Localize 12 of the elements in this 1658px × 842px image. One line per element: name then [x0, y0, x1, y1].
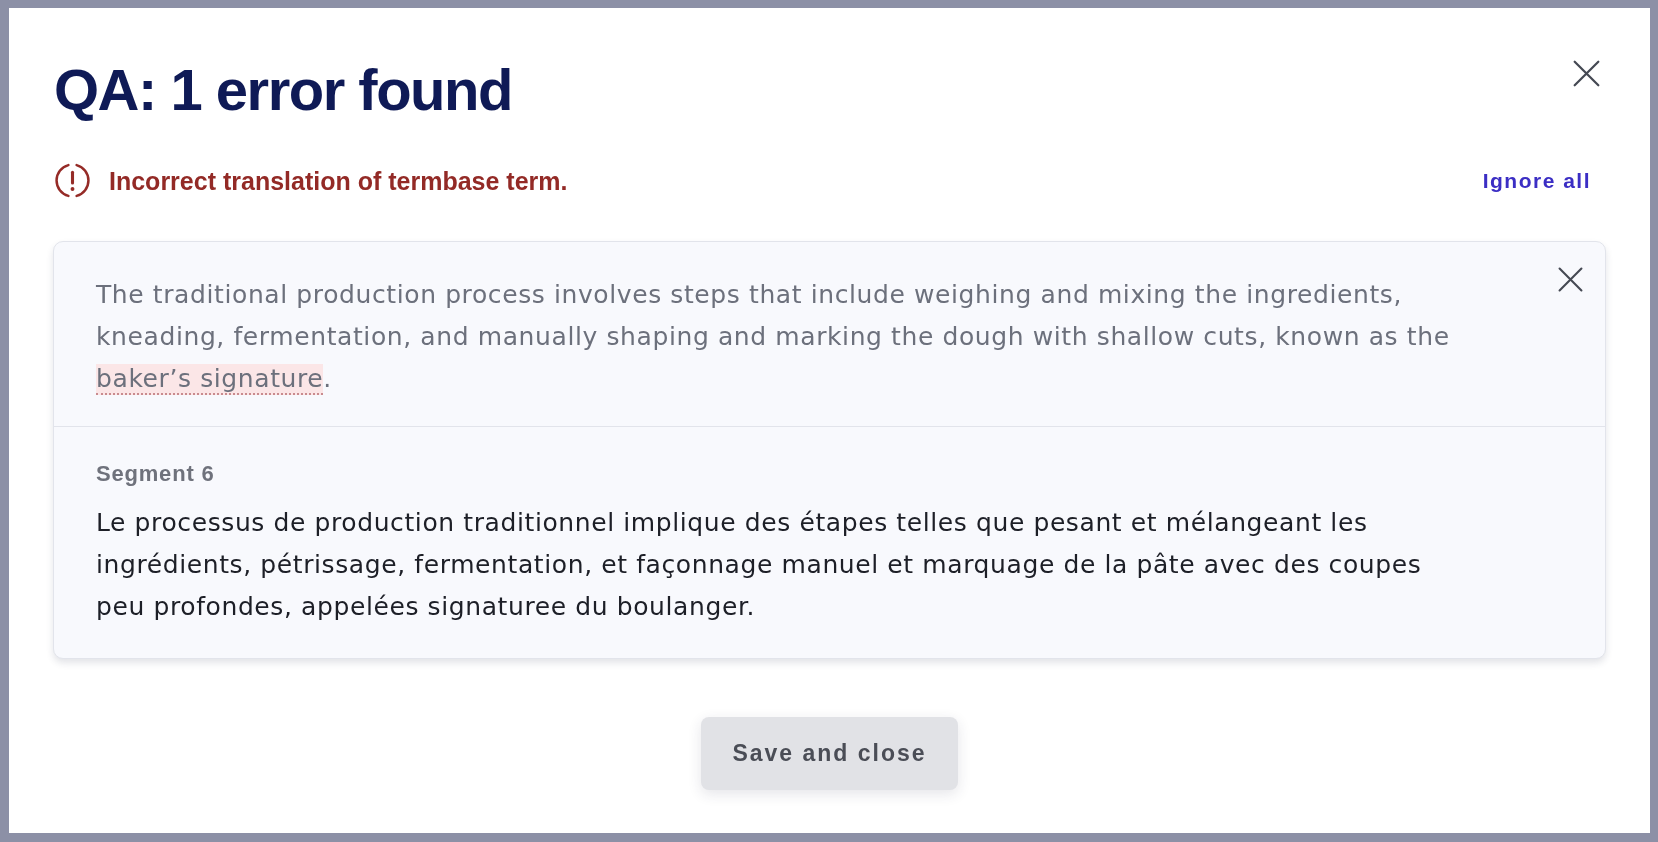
exclamation-circle-icon	[55, 163, 90, 198]
target-text: Le processus de production traditionnel implique des étapes telles que pesant et mélangeant les ingrédients, pétrissage, fermentation, et façonnage manuel et marquage de la pâte avec des coupes peu profondes, appelées signaturee du boulanger.	[96, 507, 1423, 623]
dialog-title: QA: 1 error found	[54, 61, 512, 119]
close-icon	[1573, 60, 1600, 87]
ignore-all-button[interactable]: Ignore all	[1482, 167, 1591, 194]
save-and-close-button[interactable]: Save and close	[701, 717, 958, 790]
source-text: The traditional production process involves steps that include weighing and mixing the ingredients, kneading, fermentation, and manually shaping and marking the dough with shallow cuts, known as the baker’s signature.	[96, 279, 1451, 397]
error-message: Incorrect translation of termbase term.	[109, 165, 568, 196]
dismiss-button[interactable]	[1558, 267, 1583, 292]
segment-label: Segment 6	[96, 460, 215, 488]
close-button[interactable]	[1573, 60, 1600, 87]
close-icon	[1558, 267, 1583, 292]
